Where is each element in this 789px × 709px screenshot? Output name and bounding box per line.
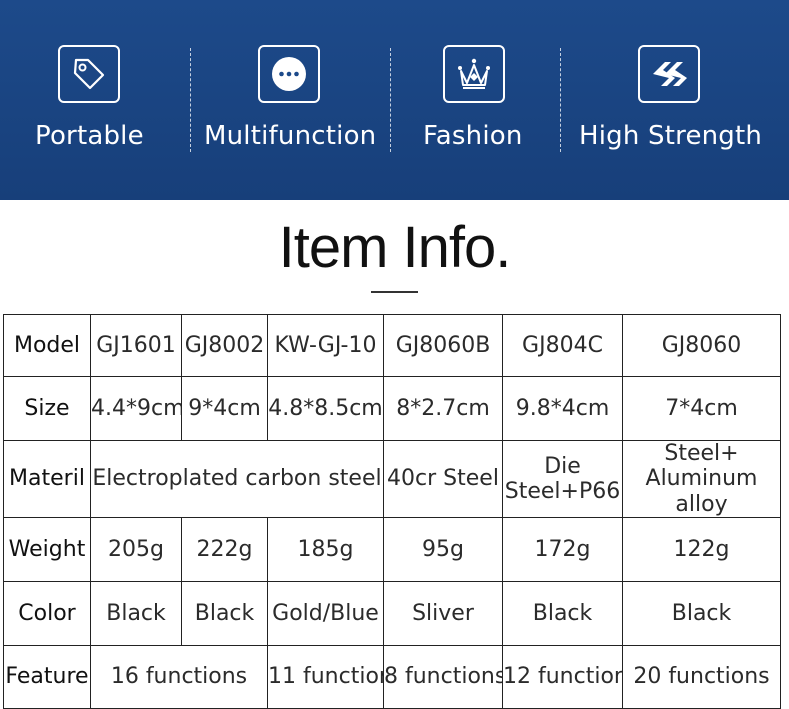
table-cell: Sliver (383, 580, 503, 646)
feature-fashion: Fashion (391, 0, 561, 200)
table-cell: GJ1601 (90, 314, 182, 377)
table-cell: 11 functions (267, 644, 384, 709)
table-row: Materil Electroplated carbon steel 40cr … (3, 440, 781, 518)
double-s-icon (638, 45, 700, 103)
row-header-material: Materil (3, 440, 91, 518)
table-cell: 12 functions (502, 644, 623, 709)
crown-icon (443, 45, 505, 103)
table-cell: GJ804C (502, 314, 623, 377)
row-header-model: Model (3, 314, 91, 377)
table-cell: 95g (383, 516, 503, 582)
item-info-table: Model GJ1601 GJ8002 KW-GJ-10 GJ8060B GJ8… (3, 314, 781, 709)
table-cell: Gold/Blue (267, 580, 384, 646)
table-row: Model GJ1601 GJ8002 KW-GJ-10 GJ8060B GJ8… (3, 314, 781, 377)
table-cell: 16 functions (90, 644, 268, 709)
table-cell: 7*4cm (622, 376, 781, 441)
title-underline (371, 291, 418, 293)
feature-multifunction: Multifunction (191, 0, 391, 200)
table-cell: 172g (502, 516, 623, 582)
table-cell: 222g (181, 516, 268, 582)
table-cell: KW-GJ-10 (267, 314, 384, 377)
table-cell: 8 functions (383, 644, 503, 709)
price-tag-icon (58, 45, 120, 103)
table-cell: Electroplated carbon steel (90, 440, 384, 518)
table-cell: Die Steel+P66 (502, 440, 623, 518)
row-header-color: Color (3, 580, 91, 646)
row-header-feature: Feature (3, 644, 91, 709)
table-cell: 122g (622, 516, 781, 582)
table-cell: 205g (90, 516, 182, 582)
feature-label: Fashion (423, 121, 523, 151)
table-cell: 4.8*8.5cm (267, 376, 384, 441)
table-row: Weight 205g 222g 185g 95g 172g 122g (3, 516, 781, 582)
feature-portable: Portable (0, 0, 180, 200)
table-cell: 9.8*4cm (502, 376, 623, 441)
feature-label: Portable (35, 121, 144, 151)
table-cell: Black (90, 580, 182, 646)
table-cell: 4.4*9cm (90, 376, 182, 441)
row-header-size: Size (3, 376, 91, 441)
row-header-weight: Weight (3, 516, 91, 582)
table-cell: Black (181, 580, 268, 646)
table-cell: GJ8002 (181, 314, 268, 377)
table-cell: 185g (267, 516, 384, 582)
table-row: Color Black Black Gold/Blue Sliver Black… (3, 580, 781, 646)
feature-high-strength: High Strength (561, 0, 789, 200)
table-cell: 20 functions (622, 644, 781, 709)
table-row: Size 4.4*9cm 9*4cm 4.8*8.5cm 8*2.7cm 9.8… (3, 376, 781, 441)
three-dots-icon (258, 45, 320, 103)
table-row: Feature 16 functions 11 functions 8 func… (3, 644, 781, 709)
table-cell: Black (622, 580, 781, 646)
table-cell: Black (502, 580, 623, 646)
table-cell: 40cr Steel (383, 440, 503, 518)
section-title: Item Info. (278, 215, 512, 280)
table-cell: 8*2.7cm (383, 376, 503, 441)
table-cell: GJ8060B (383, 314, 503, 377)
table-cell: Steel+ Aluminum alloy (622, 440, 781, 518)
table-cell: GJ8060 (622, 314, 781, 377)
feature-banner: Portable Multifunction Fashion High Stre… (0, 0, 789, 200)
feature-label: Multifunction (204, 121, 377, 151)
feature-label: High Strength (579, 121, 763, 151)
table-cell: 9*4cm (181, 376, 268, 441)
